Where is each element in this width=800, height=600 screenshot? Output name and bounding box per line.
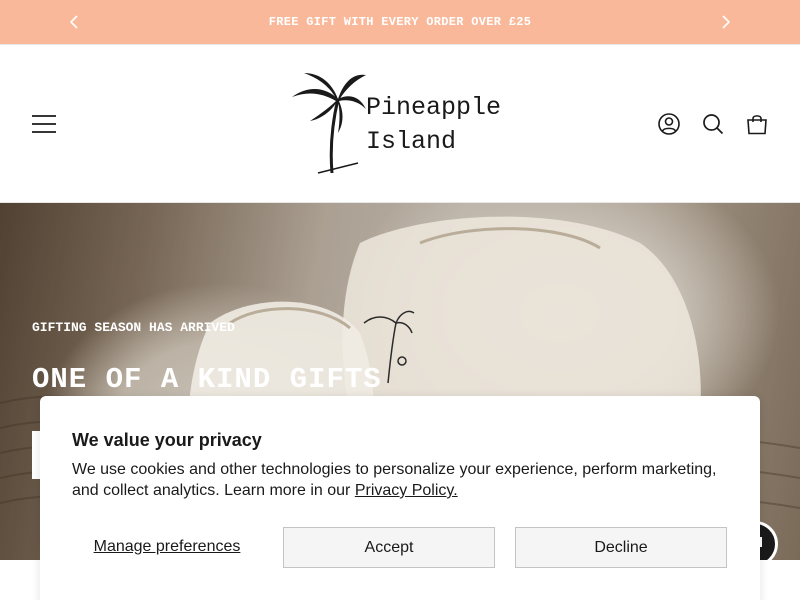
search-icon[interactable] [700,111,726,137]
chevron-right-icon[interactable] [716,12,736,32]
logo-line-2: Island [366,127,457,156]
palm-tree-logo-icon [292,73,366,174]
cookie-title: We value your privacy [72,430,262,450]
privacy-policy-link[interactable]: Privacy Policy. [355,482,458,499]
decline-button[interactable]: Decline [515,527,727,568]
announcement-text: FREE GIFT WITH EVERY ORDER OVER £25 [268,15,532,29]
header-actions [656,111,770,137]
accept-button[interactable]: Accept [283,527,495,568]
cookie-consent-banner: We value your privacy We use cookies and… [40,396,760,600]
bag-icon[interactable] [744,111,770,137]
site-logo[interactable]: Pineapple Island [288,69,518,175]
cookie-description: We use cookies and other technologies to… [72,459,732,501]
hero-eyebrow: GIFTING SEASON HAS ARRIVED [32,320,235,335]
manage-preferences-button[interactable]: Manage preferences [72,527,262,567]
menu-icon[interactable] [31,112,57,136]
announcement-bar: FREE GIFT WITH EVERY ORDER OVER £25 [0,0,800,44]
logo-line-1: Pineapple [366,93,502,122]
site-header: Pineapple Island [0,44,800,203]
chevron-left-icon[interactable] [64,12,84,32]
hero-title: ONE OF A KIND GIFTS [32,363,382,396]
logo-wordmark: Pineapple Island [366,91,501,159]
account-icon[interactable] [656,111,682,137]
